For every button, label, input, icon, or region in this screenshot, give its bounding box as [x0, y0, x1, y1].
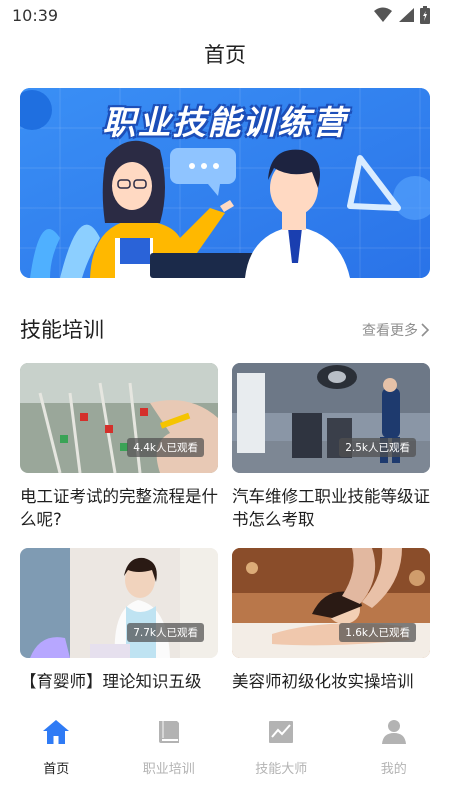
status-icons — [374, 6, 430, 24]
nav-label-profile: 我的 — [380, 762, 407, 777]
chevron-right-icon — [421, 323, 430, 337]
chart-icon — [269, 721, 294, 743]
views-badge: 2.5k人已观看 — [339, 438, 416, 457]
page-header: 首页 — [0, 38, 450, 72]
nav-item-home[interactable]: 首页 — [0, 700, 113, 800]
view-more-link[interactable]: 查看更多 — [362, 320, 430, 340]
course-card[interactable]: 4.4k人已观看 电工证考试的完整流程是什么呢? — [20, 363, 218, 531]
nav-item-masters[interactable]: 技能大师 — [225, 700, 338, 800]
status-bar: 10:39 — [0, 0, 450, 32]
status-time: 10:39 — [12, 6, 59, 25]
views-badge: 4.4k人已观看 — [127, 438, 204, 457]
bottom-nav: 首页 职业培训 技能大师 我的 — [0, 700, 450, 800]
course-card[interactable]: 2.5k人已观看 汽车维修工职业技能等级证书怎么考取 — [232, 363, 430, 531]
course-title: 电工证考试的完整流程是什么呢? — [20, 487, 218, 529]
nav-label-training: 职业培训 — [142, 762, 195, 777]
view-more-label: 查看更多 — [362, 323, 418, 339]
battery-icon — [420, 6, 430, 24]
nav-item-profile[interactable]: 我的 — [338, 700, 450, 800]
signal-icon — [399, 8, 414, 22]
banner[interactable]: 职业技能训练营 — [20, 88, 430, 278]
section-title: 技能培训 — [20, 318, 104, 342]
course-title: 汽车维修工职业技能等级证书怎么考取 — [232, 487, 430, 529]
views-badge: 7.7k人已观看 — [127, 623, 204, 642]
course-thumbnail: 1.6k人已观看 — [232, 548, 430, 658]
book-icon — [158, 721, 179, 743]
course-thumbnail: 4.4k人已观看 — [20, 363, 218, 473]
home-icon — [43, 720, 70, 744]
course-title: 【育婴师】理论知识五级 — [20, 672, 202, 691]
section-header: 技能培训 查看更多 — [20, 312, 430, 348]
course-thumbnail: 7.7k人已观看 — [20, 548, 218, 658]
banner-title: 职业技能训练营 — [102, 103, 348, 142]
page-title: 首页 — [204, 43, 246, 67]
course-title: 美容师初级化妆实操培训 — [232, 672, 414, 691]
course-card[interactable]: 1.6k人已观看 美容师初级化妆实操培训 — [232, 548, 430, 693]
nav-item-training[interactable]: 职业培训 — [113, 700, 226, 800]
views-badge: 1.6k人已观看 — [339, 623, 416, 642]
wifi-icon — [374, 7, 392, 22]
nav-label-masters: 技能大师 — [255, 762, 308, 777]
user-icon — [381, 720, 406, 744]
course-card[interactable]: 7.7k人已观看 【育婴师】理论知识五级 — [20, 548, 218, 693]
nav-label-home: 首页 — [43, 762, 70, 777]
course-thumbnail: 2.5k人已观看 — [232, 363, 430, 473]
